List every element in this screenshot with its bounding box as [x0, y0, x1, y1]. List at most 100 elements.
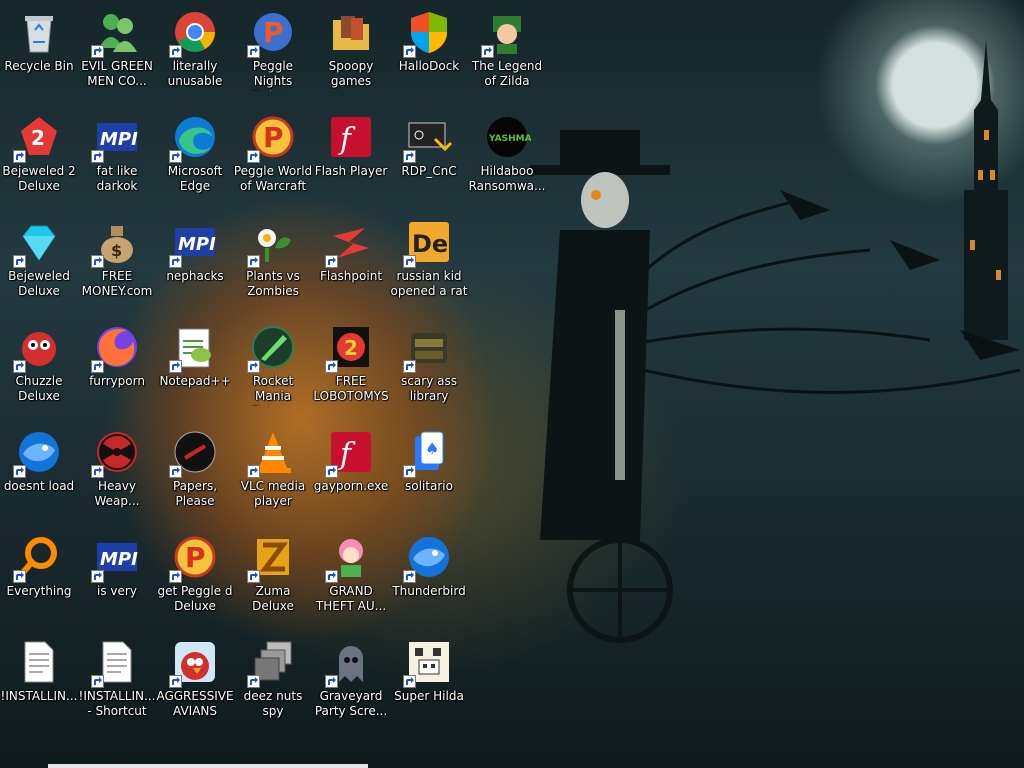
windows-stack-icon [247, 638, 297, 688]
desktop-icon-evil-green-men-co[interactable]: EVIL GREEN MEN CO... [79, 2, 155, 102]
desktop-icon-is-very[interactable]: MPI is very [79, 527, 155, 627]
shortcut-arrow-icon [91, 570, 104, 583]
desktop-icon-furryporn[interactable]: furryporn [79, 317, 155, 417]
shortcut-arrow-icon [169, 465, 182, 478]
desktop-icon-the-legend-of-zilda[interactable]: The Legend of Zilda [469, 2, 545, 102]
rdp-icon [403, 113, 453, 163]
desktop-icon-flashpoint[interactable]: Flashpoint [313, 212, 389, 312]
shortcut-arrow-icon [91, 255, 104, 268]
desktop-icon-label: get Peggle d Deluxe [157, 584, 233, 613]
desktop-icon-label: Bejeweled 2 Deluxe [2, 164, 76, 193]
desktop-icon-doesnt-load[interactable]: doesnt load [1, 422, 77, 522]
angry-bird-icon [169, 638, 219, 688]
svg-text:P: P [185, 541, 206, 574]
desktop-icon-scary-ass-library[interactable]: scary ass library [391, 317, 467, 417]
desktop-icon-recycle-bin[interactable]: Recycle Bin [1, 2, 77, 102]
mpi-icon: MPI [91, 533, 141, 583]
desktop-icon-label: Spoopy games [328, 59, 374, 88]
firefox-icon [91, 323, 141, 373]
desktop-icon-label: Microsoft Edge [167, 164, 223, 193]
desktop-icon-label: Papers, Please [172, 479, 218, 508]
desktop-icon-vlc-media-player[interactable]: VLC media player [235, 422, 311, 522]
desktop-icon-label: The Legend of Zilda [471, 59, 543, 88]
svg-text:MPI: MPI [100, 549, 138, 570]
desktop-icon-installin[interactable]: !INSTALLIN... [1, 632, 77, 732]
mpi-icon: MPI [169, 218, 219, 268]
desktop-icon-label: deez nuts spy [243, 689, 303, 718]
shortcut-arrow-icon [247, 150, 260, 163]
desktop-icon-papers-please[interactable]: Papers, Please [157, 422, 233, 522]
desktop-icon-russian-kid-opened-a-rat[interactable]: De russian kid opened a rat [391, 212, 467, 312]
desktop-icon-label: scary ass library [401, 374, 457, 403]
desktop-icon-graveyard-party-scre[interactable]: Graveyard Party Scre... [313, 632, 389, 732]
desktop-icon-hildaboo-ransomwa[interactable]: YASHMA Hildaboo Ransomwa... [469, 107, 545, 207]
desktop-icon-label: Thunderbird [392, 584, 466, 598]
desktop[interactable]: Recycle Bin EVIL GREEN MEN CO... literally… [0, 0, 1024, 768]
desktop-icon-rdp-cnc[interactable]: RDP_CnC [391, 107, 467, 207]
desktop-icon-zuma-deluxe[interactable]: Zuma Deluxe [235, 527, 311, 627]
shortcut-arrow-icon [91, 675, 104, 688]
flashpoint-icon [325, 218, 375, 268]
desktop-icon-thunderbird[interactable]: Thunderbird [391, 527, 467, 627]
desktop-icon-label: Hildaboo Ransomwa... [468, 164, 546, 193]
bejeweled2-icon: 2 [13, 113, 63, 163]
desktop-icon-label: russian kid opened a rat [390, 269, 468, 298]
desktop-icon-label: !INSTALLIN... - Shortcut [78, 689, 156, 718]
desktop-icon-label: furryporn [89, 374, 145, 388]
desktop-icon-label: GRAND THEFT AU... [315, 584, 387, 613]
shortcut-arrow-icon [91, 360, 104, 373]
shortcut-arrow-icon [91, 150, 104, 163]
desktop-icon-get-peggle-d-deluxe[interactable]: Pget Peggle d Deluxe [157, 527, 233, 627]
desktop-icon-flash-player[interactable]: f Flash Player [313, 107, 389, 207]
shortcut-arrow-icon [91, 465, 104, 478]
desktop-icon-spoopy-games[interactable]: Spoopy games [313, 2, 389, 102]
desktop-icon-label: Flashpoint [319, 269, 383, 283]
desktop-icon-everything[interactable]: Everything [1, 527, 77, 627]
shortcut-arrow-icon [169, 570, 182, 583]
shortcut-arrow-icon [247, 360, 260, 373]
shortcut-arrow-icon [13, 570, 26, 583]
desktop-icon-peggle-nights-deluxe[interactable]: P Peggle Nights Deluxe [235, 2, 311, 102]
shortcut-arrow-icon [169, 255, 182, 268]
recycle-bin-icon [15, 8, 63, 56]
desktop-icon-super-hilda[interactable]: Super Hilda [391, 632, 467, 732]
desktop-icon-notepad[interactable]: Notepad++ [157, 317, 233, 417]
svg-text:2: 2 [344, 336, 358, 360]
desktop-icon-peggle-world-of-warcraft[interactable]: P Peggle World of Warcraft ... [234, 107, 312, 207]
desktop-icon-bejeweled-2-deluxe[interactable]: 2 Bejeweled 2 Deluxe [1, 107, 77, 207]
desktop-icon-plants-vs-zombies[interactable]: Plants vs Zombies [235, 212, 311, 312]
desktop-icon-chuzzle-deluxe[interactable]: Chuzzle Deluxe [1, 317, 77, 417]
peggle-icon: P [169, 533, 219, 583]
desktop-icon-fat-like-darkok[interactable]: MPI fat like darkok [79, 107, 155, 207]
desktop-icon-label: Graveyard Party Scre... [314, 689, 388, 718]
desktop-icon-rocket-mania-deluxe[interactable]: Rocket Mania Deluxe [235, 317, 311, 417]
desktop-icon-label: gayporn.exe [313, 479, 389, 493]
desktop-icon-free-money-com[interactable]: $ FREE MONEY.com [79, 212, 155, 312]
shortcut-arrow-icon [13, 255, 26, 268]
search-icon [13, 533, 63, 583]
desktop-icon-nephacks[interactable]: MPI nephacks [157, 212, 233, 312]
desktop-icon-grand-theft-au[interactable]: GRAND THEFT AU... [313, 527, 389, 627]
solitaire-icon: ♠ [403, 428, 453, 478]
shortcut-arrow-icon [13, 360, 26, 373]
notepad-icon [169, 323, 219, 373]
desktop-icon-hallodock[interactable]: HalloDock [391, 2, 467, 102]
shortcut-arrow-icon [13, 150, 26, 163]
desktop-icon-installin-shortcut[interactable]: !INSTALLIN... - Shortcut [79, 632, 155, 732]
shortcut-arrow-icon [169, 150, 182, 163]
desktop-icon-heavy-weap[interactable]: Heavy Weap... [79, 422, 155, 522]
desktop-icon-microsoft-edge[interactable]: Microsoft Edge [157, 107, 233, 207]
desktop-icon-gayporn-exe[interactable]: f gayporn.exe [313, 422, 389, 522]
desktop-icon-bejeweled-deluxe[interactable]: Bejeweled Deluxe [1, 212, 77, 312]
desktop-icon-label: Plants vs Zombies [246, 269, 300, 298]
desktop-icon-label: EVIL GREEN MEN CO... [81, 59, 153, 88]
plants-icon [247, 218, 297, 268]
shortcut-arrow-icon [169, 675, 182, 688]
taskbar-edge [48, 764, 368, 768]
desktop-icon-label: doesnt load [3, 479, 75, 493]
desktop-icon-free-lobotomys[interactable]: 2 FREE LOBOTOMYS [313, 317, 389, 417]
desktop-icon-solitario[interactable]: ♠ solitario [391, 422, 467, 522]
desktop-icon-aggressive-avians[interactable]: AGGRESSIVE AVIANS [156, 632, 234, 732]
desktop-icon-deez-nuts-spy[interactable]: deez nuts spy [235, 632, 311, 732]
desktop-icon-literally-unusable[interactable]: literally unusable [157, 2, 233, 102]
